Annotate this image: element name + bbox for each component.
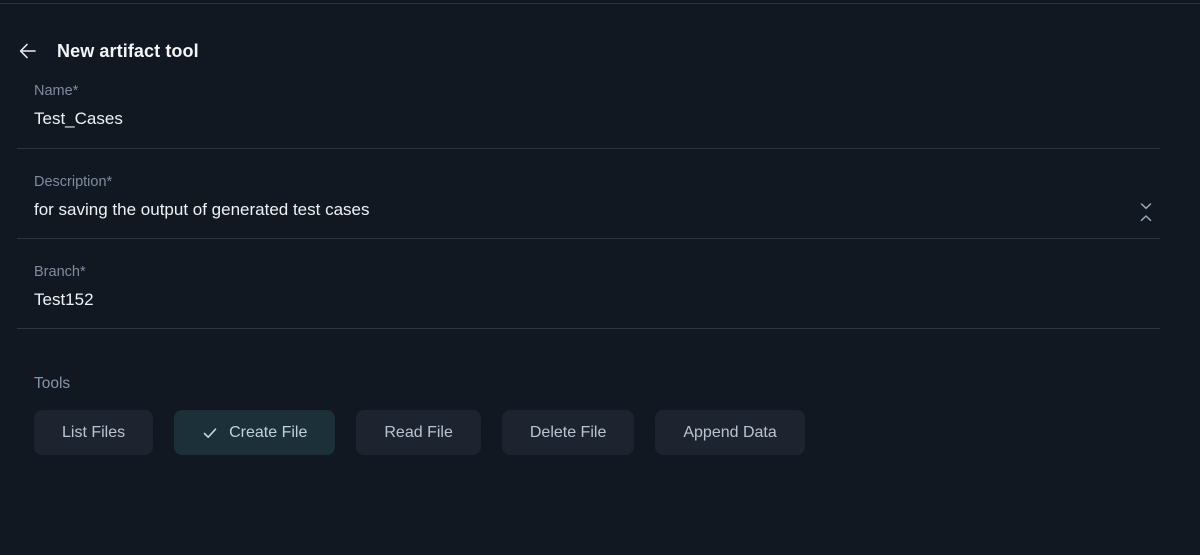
page-header: New artifact tool: [17, 36, 199, 66]
tool-chip-delete-file[interactable]: Delete File: [501, 410, 635, 455]
field-description: Description* for saving the output of ge…: [17, 173, 1160, 222]
tool-chip-read-file[interactable]: Read File: [356, 410, 481, 455]
required-marker: *: [72, 83, 79, 99]
tool-chip-label: Delete File: [529, 423, 607, 441]
field-name-label: Name*: [34, 83, 79, 99]
tool-chip-label: List Files: [62, 423, 126, 441]
tool-chip-append-data[interactable]: Append Data: [655, 410, 805, 455]
tool-chip-label: Read File: [384, 423, 453, 441]
back-button[interactable]: [17, 40, 39, 62]
field-branch-label: Branch*: [34, 264, 86, 280]
chevron-down-icon: [1140, 202, 1152, 210]
field-description-input[interactable]: for saving the output of generated test …: [34, 198, 1160, 222]
tools-chip-row: List Files Create File Read File Delete …: [34, 410, 805, 455]
page-title: New artifact tool: [57, 40, 199, 61]
field-branch-input[interactable]: Test152: [34, 288, 1160, 312]
field-description-divider: [17, 238, 1160, 239]
description-resize-handle[interactable]: [1136, 198, 1156, 226]
arrow-left-icon: [17, 40, 39, 62]
required-marker: *: [79, 264, 86, 280]
check-icon: [202, 425, 218, 441]
tools-section-label: Tools: [34, 375, 71, 392]
field-name-divider: [17, 148, 1160, 149]
field-branch-divider: [17, 328, 1160, 329]
field-name: Name* Test_Cases: [17, 82, 1160, 131]
chevron-up-icon: [1140, 214, 1152, 222]
required-marker: *: [106, 174, 113, 190]
field-branch: Branch* Test152: [17, 263, 1160, 312]
top-divider: [0, 3, 1200, 4]
field-description-label: Description*: [34, 174, 113, 190]
tool-chip-create-file[interactable]: Create File: [174, 410, 336, 455]
new-artifact-tool-page: New artifact tool Name* Test_Cases Descr…: [0, 0, 1200, 555]
tool-chip-label: Append Data: [683, 423, 777, 441]
tool-chip-list-files[interactable]: List Files: [34, 410, 154, 455]
tool-chip-label: Create File: [229, 423, 308, 441]
field-name-input[interactable]: Test_Cases: [34, 107, 1160, 131]
